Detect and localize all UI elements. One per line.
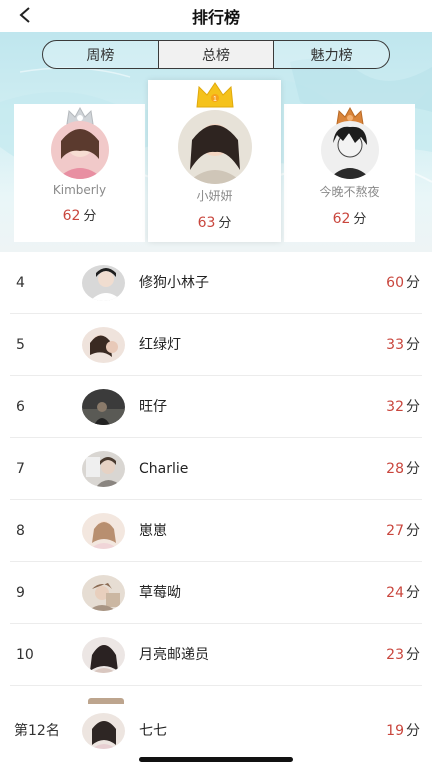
avatar [82, 327, 125, 363]
score-unit: 分 [406, 399, 420, 415]
user-score: 28 分 [386, 438, 420, 500]
page-title: 排行榜 [191, 8, 240, 27]
score-unit: 分 [218, 216, 232, 231]
podium-second-card[interactable]: Kimberly 62 分 [14, 104, 145, 242]
list-item[interactable]: 4 修狗小林子 60 分 [0, 252, 432, 314]
score-value: 60 [386, 275, 404, 291]
user-name: 崽崽 [139, 523, 167, 539]
svg-text:1: 1 [213, 96, 217, 103]
user-score: 33 分 [386, 314, 420, 376]
rank-number: 9 [16, 585, 25, 601]
rank-number: 6 [16, 399, 25, 415]
score-unit: 分 [353, 212, 367, 227]
score-unit: 分 [406, 275, 420, 291]
gold-crown-icon: 1 [195, 82, 234, 108]
list-item[interactable]: 10 月亮邮递员 23 分 [0, 624, 432, 686]
list-item[interactable]: 6 旺仔 32 分 [0, 376, 432, 438]
score-value: 28 [386, 461, 404, 477]
list-item[interactable]: 8 崽崽 27 分 [0, 500, 432, 562]
score-value: 63 [197, 215, 216, 231]
podium-header: 周榜 总榜 魅力榜 Kimberly 62 分 1 小妍妍 63 分 今晚不熬夜… [0, 32, 432, 252]
list-item[interactable]: 9 草莓呦 24 分 [0, 562, 432, 624]
user-score: 24 分 [386, 562, 420, 624]
podium-third-name: 今晚不熬夜 [319, 185, 380, 199]
user-name: 修狗小林子 [139, 275, 209, 291]
rank-number: 4 [16, 275, 25, 291]
avatar [82, 575, 125, 611]
score-unit: 分 [406, 585, 420, 601]
score-value: 23 [386, 647, 404, 663]
my-rank-label: 第12名 [14, 723, 60, 739]
rank-number: 8 [16, 523, 25, 539]
rank-number: 5 [16, 337, 25, 353]
rank-number: 10 [16, 647, 34, 663]
user-score: 60 分 [386, 252, 420, 314]
avatar [82, 513, 125, 549]
score-value: 24 [386, 585, 404, 601]
podium-third-score: 62 分 [284, 208, 415, 227]
user-name: Charlie [139, 461, 189, 477]
score-value: 62 [62, 208, 81, 224]
avatar [82, 389, 125, 425]
tab-weekly[interactable]: 周榜 [43, 41, 159, 68]
avatar [50, 121, 109, 179]
user-score: 23 分 [386, 624, 420, 686]
avatar [320, 121, 379, 179]
ranking-list: 4 修狗小林子 60 分 5 红绿灯 33 分 6 旺仔 32 分 7 Charlie… [0, 252, 432, 686]
tab-overall[interactable]: 总榜 [158, 41, 275, 68]
avatar [82, 265, 125, 301]
score-unit: 分 [406, 523, 420, 539]
score-value: 33 [386, 337, 404, 353]
home-indicator [139, 757, 293, 762]
podium-second-name: Kimberly [52, 183, 107, 197]
nav-bar: 排行榜 [0, 0, 432, 32]
score-unit: 分 [406, 647, 420, 663]
podium-second-score: 62 分 [14, 205, 145, 224]
score-value: 19 [386, 723, 404, 739]
list-item[interactable]: 5 红绿灯 33 分 [0, 314, 432, 376]
user-score: 32 分 [386, 376, 420, 438]
avatar [82, 451, 125, 487]
user-name: 月亮邮递员 [139, 647, 209, 663]
my-name: 七七 [139, 723, 167, 739]
score-unit: 分 [406, 723, 420, 739]
ranking-period-tabs: 周榜 总榜 魅力榜 [42, 40, 390, 69]
user-score: 27 分 [386, 500, 420, 562]
avatar [177, 110, 252, 184]
my-score: 19 分 [386, 700, 420, 762]
podium-third-card[interactable]: 今晚不熬夜 62 分 [284, 104, 415, 242]
tab-charm[interactable]: 魅力榜 [274, 41, 389, 68]
list-item[interactable]: 7 Charlie 28 分 [0, 438, 432, 500]
rank-number: 7 [16, 461, 25, 477]
user-name: 旺仔 [139, 399, 167, 415]
score-value: 32 [386, 399, 404, 415]
podium-first-name: 小妍妍 [196, 189, 233, 203]
avatar [82, 713, 125, 749]
score-value: 62 [332, 211, 351, 227]
score-unit: 分 [83, 209, 97, 224]
next-row-avatar-peek [88, 698, 124, 704]
score-value: 27 [386, 523, 404, 539]
score-unit: 分 [406, 461, 420, 477]
user-name: 红绿灯 [139, 337, 181, 353]
podium-first-card[interactable]: 1 小妍妍 63 分 [148, 80, 281, 242]
score-unit: 分 [406, 337, 420, 353]
avatar [82, 637, 125, 673]
podium-first-score: 63 分 [148, 212, 281, 231]
user-name: 草莓呦 [139, 585, 181, 601]
